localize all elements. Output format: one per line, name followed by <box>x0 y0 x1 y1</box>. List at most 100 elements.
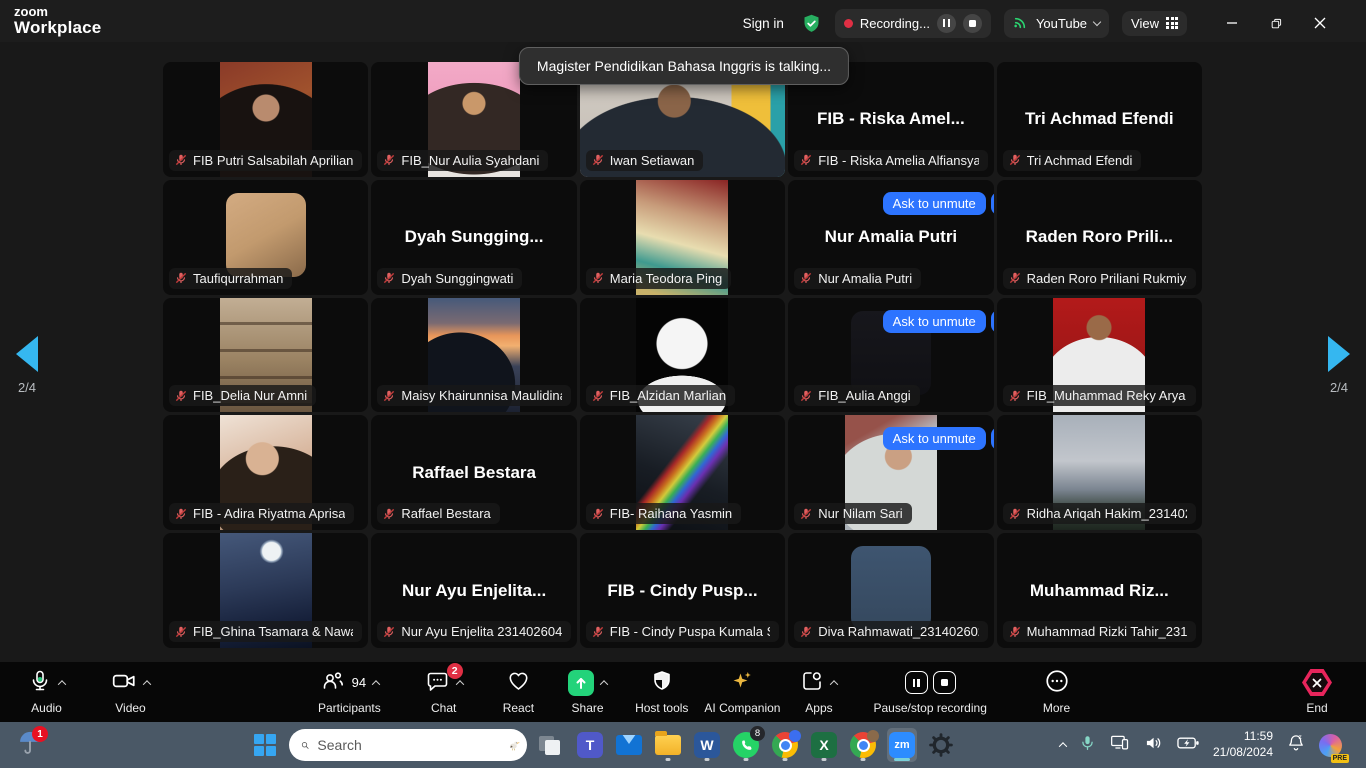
participant-tile[interactable]: Taufiqurrahman <box>163 180 368 295</box>
previous-page-arrow-icon[interactable] <box>16 336 38 372</box>
participant-tile[interactable]: Tri Achmad EfendiTri Achmad Efendi <box>997 62 1202 177</box>
audio-button[interactable]: Audio <box>28 670 65 715</box>
next-page-arrow-icon[interactable] <box>1328 336 1350 372</box>
muted-mic-icon <box>174 271 188 285</box>
participant-tile[interactable]: FIB_Aulia AnggiAsk to unmute... <box>788 298 993 413</box>
task-view-button[interactable] <box>536 728 566 762</box>
ai-companion-button[interactable]: AI Companion <box>704 670 780 715</box>
notification-bell-icon[interactable]: z <box>1286 732 1306 758</box>
participant-name-label: Ridha Ariqah Hakim_2314026... <box>1003 503 1196 524</box>
participant-display-name: Muhammad Riz... <box>1001 581 1198 601</box>
participant-tile[interactable]: Maria Teodora Ping <box>580 180 785 295</box>
excel-app-icon[interactable]: X <box>809 728 839 762</box>
end-meeting-button[interactable]: End <box>1302 670 1332 715</box>
settings-gear-icon[interactable] <box>926 728 956 762</box>
muted-mic-icon <box>591 271 605 285</box>
participant-display-name: FIB - Riska Amel... <box>792 109 989 129</box>
participant-name-label: FIB Putri Salsabilah Apriliani <box>169 150 362 171</box>
participant-tile[interactable]: FIB - Adira Riyatma Aprisa <box>163 415 368 530</box>
participant-tile[interactable]: Raffael BestaraRaffael Bestara <box>371 415 576 530</box>
participant-tile[interactable]: Nur Ayu Enjelita...Nur Ayu Enjelita 2314… <box>371 533 576 648</box>
participant-more-button[interactable]: ... <box>991 192 994 215</box>
copilot-icon[interactable]: PRE <box>1319 734 1342 757</box>
security-shield-icon[interactable] <box>801 13 822 34</box>
participant-tile[interactable]: FIB_Alzidan Marlian <box>580 298 785 413</box>
stop-recording-toolbar-button[interactable] <box>933 671 956 694</box>
pause-recording-button[interactable] <box>937 14 956 33</box>
mail-app-icon[interactable] <box>614 728 644 762</box>
view-control[interactable]: View <box>1122 11 1187 36</box>
participant-name-text: FIB_Delia Nur Amni <box>193 388 307 403</box>
video-button[interactable]: Video <box>111 670 150 715</box>
more-button[interactable]: More <box>1043 670 1070 715</box>
word-app-icon[interactable]: W <box>692 728 722 762</box>
participant-name-text: Maisy Khairunnisa Maulidina <box>401 388 561 403</box>
participant-more-button[interactable]: ... <box>991 427 994 450</box>
participant-tile[interactable]: FIB Putri Salsabilah Apriliani <box>163 62 368 177</box>
participants-options-caret[interactable] <box>372 680 380 688</box>
youtube-live-control[interactable]: YouTube <box>1004 9 1109 38</box>
react-button[interactable]: React <box>503 670 534 715</box>
camera-icon <box>111 668 137 697</box>
muted-mic-icon <box>382 271 396 285</box>
copilot-pre-badge: PRE <box>1331 754 1349 763</box>
pause-recording-toolbar-button[interactable] <box>905 671 928 694</box>
teams-app-icon[interactable]: T <box>575 728 605 762</box>
ask-to-unmute-button[interactable]: Ask to unmute <box>883 192 986 215</box>
video-options-caret[interactable] <box>143 680 151 688</box>
tray-expand-caret[interactable] <box>1059 742 1067 750</box>
participants-button[interactable]: 94 Participants <box>318 670 381 715</box>
weather-widget[interactable]: 1 <box>16 729 56 761</box>
participant-tile[interactable]: FIB- Raihana Yasmin <box>580 415 785 530</box>
chat-button[interactable]: 2 Chat <box>425 670 463 715</box>
sign-in-link[interactable]: Sign in <box>743 16 784 31</box>
participant-tile[interactable]: Ridha Ariqah Hakim_2314026... <box>997 415 1202 530</box>
participant-tile[interactable]: FIB_Muhammad Reky Arya Nu... <box>997 298 1202 413</box>
audio-options-caret[interactable] <box>58 680 66 688</box>
chrome-icon[interactable] <box>770 728 800 762</box>
end-call-icon <box>1302 669 1332 696</box>
participant-tile[interactable]: FIB_Delia Nur Amni <box>163 298 368 413</box>
participant-more-button[interactable]: ... <box>991 310 994 333</box>
tray-speaker-icon[interactable] <box>1144 733 1164 758</box>
minimize-button[interactable] <box>1210 6 1254 40</box>
taskbar-search[interactable] <box>289 729 527 761</box>
search-input[interactable] <box>317 737 498 753</box>
chat-options-caret[interactable] <box>455 680 463 688</box>
share-options-caret[interactable] <box>600 680 608 688</box>
host-tools-button[interactable]: Host tools <box>635 670 688 715</box>
apps-options-caret[interactable] <box>830 680 838 688</box>
restore-button[interactable] <box>1254 6 1298 40</box>
muted-mic-icon <box>1008 389 1022 403</box>
participant-display-name: Dyah Sungging... <box>375 227 572 247</box>
notification-count-badge: 1 <box>32 726 48 742</box>
clock-date: 21/08/2024 <box>1213 745 1273 761</box>
zoom-app-icon[interactable]: zm <box>887 728 917 762</box>
stop-recording-button[interactable] <box>963 14 982 33</box>
start-button[interactable] <box>250 730 280 760</box>
participant-tile[interactable]: Raden Roro Prili...Raden Roro Priliani R… <box>997 180 1202 295</box>
share-button[interactable]: Share <box>568 670 607 715</box>
close-button[interactable] <box>1298 6 1342 40</box>
participant-name-text: FIB - Cindy Puspa Kumala Sari... <box>610 624 770 639</box>
whatsapp-icon[interactable]: 8 <box>731 728 761 762</box>
apps-button[interactable]: Apps <box>800 670 837 715</box>
ask-to-unmute-button[interactable]: Ask to unmute <box>883 310 986 333</box>
ask-to-unmute-button[interactable]: Ask to unmute <box>883 427 986 450</box>
tray-microphone-icon[interactable] <box>1079 734 1096 757</box>
apps-label: Apps <box>805 701 832 715</box>
file-explorer-icon[interactable] <box>653 728 683 762</box>
tray-cast-icon[interactable] <box>1109 733 1131 758</box>
participant-tile[interactable]: Nur Amalia PutriNur Amalia PutriAsk to u… <box>788 180 993 295</box>
participant-tile[interactable]: Muhammad Riz...Muhammad Rizki Tahir_2314… <box>997 533 1202 648</box>
participant-tile[interactable]: FIB_Ghina Tsamara & Nawaal ... <box>163 533 368 648</box>
participant-tile[interactable]: Dyah Sungging...Dyah Sunggingwati <box>371 180 576 295</box>
taskbar-clock[interactable]: 11:59 21/08/2024 <box>1213 729 1273 760</box>
participant-tile[interactable]: Diva Rahmawati_2314026026 <box>788 533 993 648</box>
whatsapp-unread-badge: 8 <box>750 726 765 741</box>
participant-tile[interactable]: FIB - Cindy Pusp...FIB - Cindy Puspa Kum… <box>580 533 785 648</box>
chrome-profile-icon[interactable] <box>848 728 878 762</box>
tray-battery-icon[interactable] <box>1177 733 1200 758</box>
participant-tile[interactable]: Nur Nilam SariAsk to unmute... <box>788 415 993 530</box>
participant-tile[interactable]: Maisy Khairunnisa Maulidina <box>371 298 576 413</box>
